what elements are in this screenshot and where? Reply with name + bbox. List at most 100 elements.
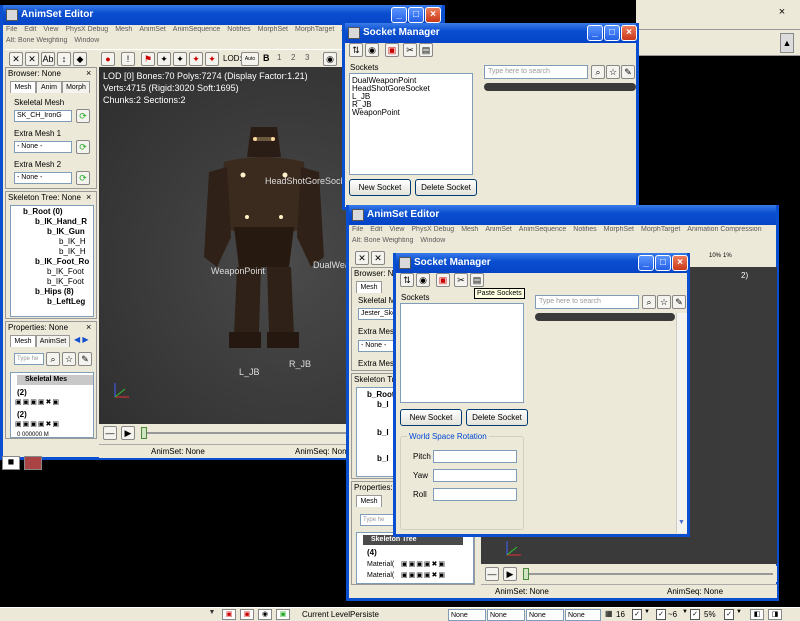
refresh-icon-3[interactable]: ⟳: [76, 171, 90, 185]
property-row[interactable]: (2): [17, 388, 27, 398]
lod-3-button[interactable]: 3: [305, 53, 309, 62]
refresh-icon[interactable]: ⟳: [76, 109, 90, 123]
menu-item-edit[interactable]: Edit: [370, 226, 382, 233]
tree-item[interactable]: b_I: [377, 428, 389, 438]
skeleton-icon[interactable]: ✕: [9, 52, 23, 66]
delete-socket-button[interactable]: Delete Socket: [415, 179, 477, 196]
rotation-snap[interactable]: ~6: [668, 610, 677, 619]
figure4-icon[interactable]: ✦: [205, 52, 219, 66]
tree-item[interactable]: b_IK_H: [59, 247, 86, 257]
tree-item[interactable]: b_IK_Gun: [47, 227, 85, 237]
minimize-button[interactable]: _: [587, 25, 603, 41]
menu-item-notifies[interactable]: Notifies: [573, 226, 596, 233]
scale-checkbox[interactable]: ✓: [690, 609, 700, 620]
grid-dropdown-icon[interactable]: ▼: [644, 609, 652, 620]
timeline-thumb[interactable]: [141, 427, 147, 439]
tab-scroll-arrows[interactable]: ◀ ▶: [74, 335, 89, 344]
desktop-close-icon[interactable]: ×: [776, 6, 788, 18]
tab-anim[interactable]: Anim: [36, 81, 62, 93]
refresh-icon-2[interactable]: ⟳: [76, 140, 90, 154]
search-icon[interactable]: ⌕: [46, 352, 60, 366]
lod-1-button[interactable]: 1: [277, 53, 281, 62]
maximize-button[interactable]: □: [408, 7, 424, 23]
sockets-list[interactable]: DualWeaponPoint HeadShotGoreSocket L_JB …: [349, 73, 473, 175]
timeline-slider[interactable]: [523, 573, 773, 575]
desktop-scroll-arrow-icon[interactable]: ▲: [780, 33, 794, 53]
bone-icon[interactable]: ✕: [25, 52, 39, 66]
zoom-10-button[interactable]: 10%: [709, 253, 721, 259]
scale-checkbox-2[interactable]: ✓: [724, 609, 734, 620]
tree-item[interactable]: b_IK_H: [59, 237, 86, 247]
star-icon[interactable]: ☆: [62, 352, 76, 366]
play-button[interactable]: ▶: [503, 567, 517, 581]
properties-search-input[interactable]: Type he: [14, 353, 44, 365]
extra-mesh-2-combo[interactable]: - None -: [14, 172, 72, 184]
property-row-icons-2[interactable]: ▣▣▣▣✖▣: [401, 571, 446, 579]
close-button[interactable]: ×: [425, 7, 441, 23]
menu-item-physx-debug[interactable]: PhysX Debug: [411, 226, 454, 233]
figure2-icon[interactable]: ✦: [173, 52, 187, 66]
paste-icon[interactable]: ▤: [470, 273, 484, 287]
socket-label-weaponpoint[interactable]: WeaponPoint: [211, 266, 265, 276]
property-row[interactable]: (2): [17, 410, 27, 420]
timeline-thumb[interactable]: [523, 568, 529, 580]
cut-icon[interactable]: ✂: [454, 273, 468, 287]
animset-editor-titlebar-2[interactable]: AnimSet Editor: [349, 205, 776, 225]
pin-icon[interactable]: !: [121, 52, 135, 66]
eye-icon[interactable]: ◉: [365, 43, 379, 57]
figure-icon[interactable]: ✦: [157, 52, 171, 66]
tree-item[interactable]: b_IK_Foot: [47, 277, 84, 287]
tree-item[interactable]: b_Root (0): [23, 207, 63, 217]
property-bar[interactable]: [484, 83, 636, 91]
star-icon[interactable]: ☆: [606, 65, 620, 79]
play-button[interactable]: ▶: [121, 426, 135, 440]
wrench-icon[interactable]: ✎: [621, 65, 635, 79]
search-icon[interactable]: ⌕: [591, 65, 605, 79]
socket-search-input[interactable]: Type here to search: [484, 65, 588, 79]
menu-item-file[interactable]: File: [6, 26, 17, 33]
bottom-right-icon[interactable]: ◧: [750, 609, 764, 620]
grid-icon[interactable]: ▦: [605, 609, 615, 620]
properties-search-input[interactable]: Type he: [360, 514, 396, 526]
tree-item[interactable]: b_LeftLeg: [47, 297, 85, 307]
menu-item-notifies[interactable]: Notifies: [227, 26, 250, 33]
prop-tab-animset[interactable]: AnimSet: [36, 335, 70, 347]
socket-label-dualweapon[interactable]: DualWeaponPoint: [313, 260, 349, 270]
menu-item-morphset[interactable]: MorphSet: [604, 226, 634, 233]
property-row-icons-2[interactable]: ▣▣▣▣✖▣: [15, 420, 60, 428]
menu-item-view[interactable]: View: [389, 226, 404, 233]
tree-item[interactable]: b_I: [377, 454, 389, 464]
menu-item-mesh[interactable]: Mesh: [461, 226, 478, 233]
menu-item-window[interactable]: Window: [420, 237, 445, 244]
tree-item[interactable]: b_Root: [367, 390, 394, 400]
roll-input[interactable]: [433, 488, 517, 501]
socket-list-item[interactable]: WeaponPoint: [352, 108, 400, 118]
skeleton-icon[interactable]: ✕: [355, 251, 369, 265]
minimize-button[interactable]: _: [638, 255, 654, 271]
vertical-scrollbar[interactable]: [676, 313, 687, 533]
socket-label-ljb[interactable]: L_JB: [239, 367, 260, 377]
flag-icon[interactable]: ⚑: [141, 52, 155, 66]
close-button[interactable]: ×: [672, 255, 688, 271]
pitch-input[interactable]: [433, 450, 517, 463]
skeleton-tree-list[interactable]: b_Root b_I b_I b_I: [356, 387, 394, 477]
tree-item[interactable]: b_I: [377, 400, 389, 410]
menu-item-physx-debug[interactable]: PhysX Debug: [65, 26, 108, 33]
socket-label-headshot[interactable]: HeadShotGoreSocket: [265, 176, 353, 186]
menu-item-animsequence[interactable]: AnimSequence: [173, 26, 220, 33]
socket-label-rjb[interactable]: R_JB: [289, 359, 311, 369]
minimize-button[interactable]: _: [391, 7, 407, 23]
search-icon[interactable]: ⌕: [642, 295, 656, 309]
lod-base-button[interactable]: B: [263, 53, 270, 63]
bottom-icon-1[interactable]: ▣: [222, 609, 236, 620]
skeletal-mesh-combo[interactable]: Jester_Ske: [358, 308, 394, 320]
wrench-icon[interactable]: ✎: [672, 295, 686, 309]
grid-size[interactable]: 16: [616, 610, 625, 619]
menu-item-file[interactable]: File: [352, 226, 363, 233]
delete-icon[interactable]: ▣: [436, 273, 450, 287]
property-row-icons[interactable]: ▣▣▣▣✖▣: [401, 560, 446, 568]
axis-icon[interactable]: Ab: [41, 52, 55, 66]
animset-editor-titlebar[interactable]: AnimSet Editor: [3, 5, 442, 25]
scale-snap[interactable]: 5%: [704, 610, 716, 619]
property-row[interactable]: 0 000000 M: [17, 430, 49, 437]
